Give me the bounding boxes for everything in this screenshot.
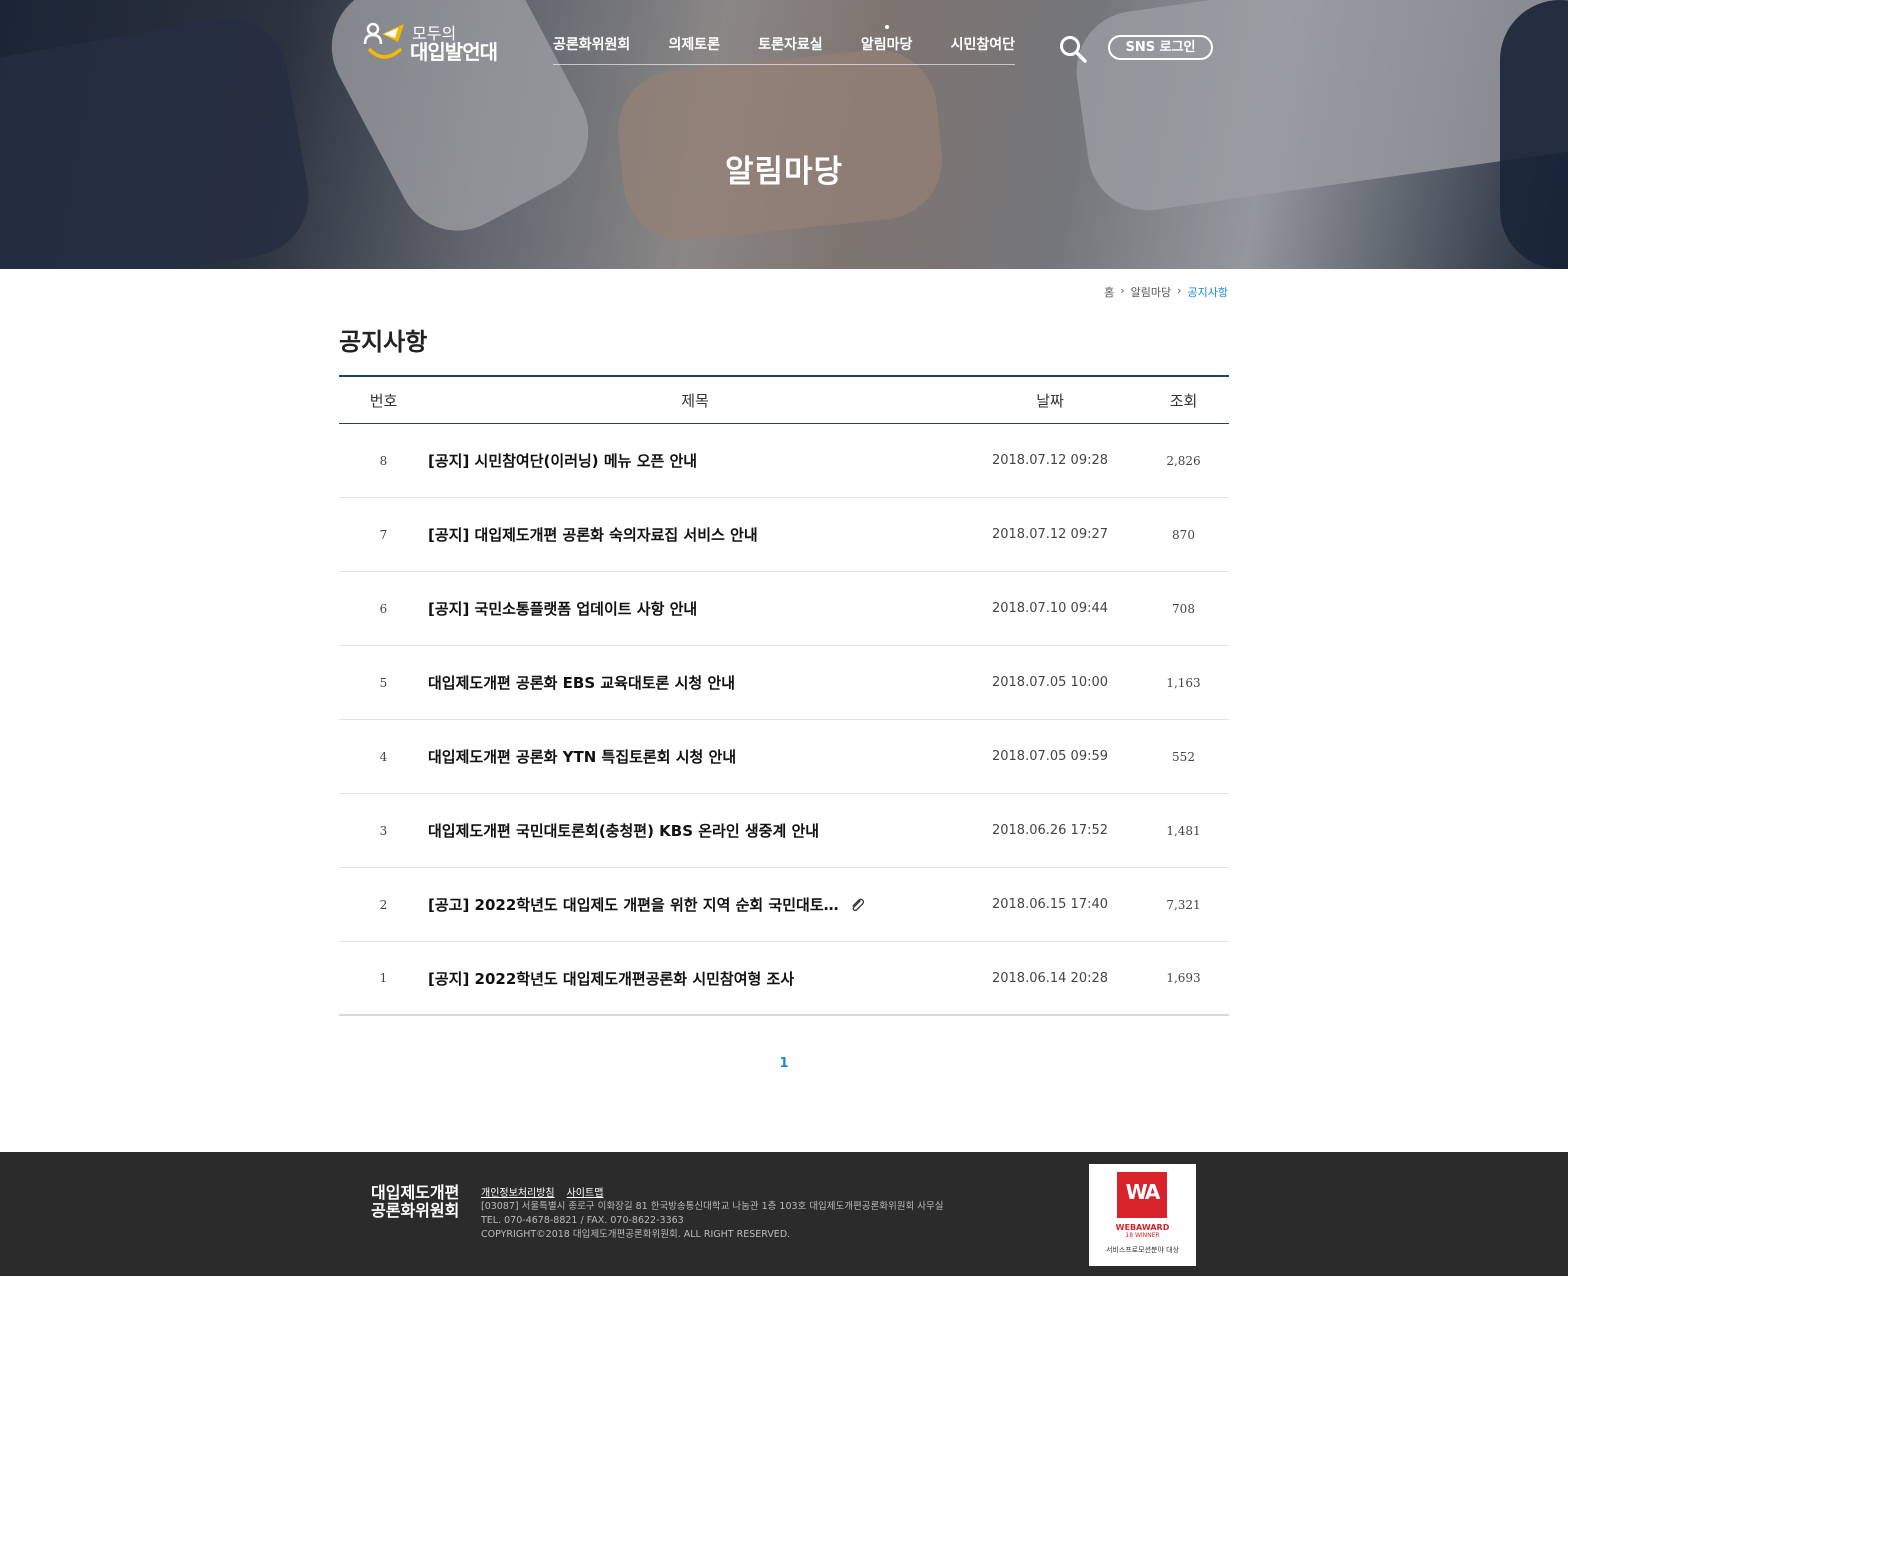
row-number: 8 [379, 453, 388, 468]
row-title-link[interactable]: [공지] 시민참여단(이러닝) 메뉴 오픈 안내 [428, 450, 697, 471]
table-row[interactable]: 8 [공지] 시민참여단(이러닝) 메뉴 오픈 안내 2018.07.12 09… [339, 424, 1229, 498]
table-row[interactable]: 2 [공고] 2022학년도 대입제도 개편을 위한 지역 순회 국민대토… 2… [339, 868, 1229, 942]
table-header: 번호 제목 날짜 조회 [339, 375, 1229, 424]
footer: 대입제도개편 공론화위원회 개인정보처리방침 사이트맵 [03087] 서울특별… [0, 1152, 1568, 1276]
award-category: 서비스프로모션분야 대상 [1105, 1246, 1180, 1254]
breadcrumb: 홈 › 알림마당 › 공지사항 [1104, 284, 1228, 300]
row-number: 3 [379, 823, 388, 838]
footer-logo-line1: 대입제도개편 [371, 1183, 460, 1202]
page-number-current[interactable]: 1 [779, 1056, 788, 1071]
row-title-link[interactable]: 대입제도개편 국민대토론회(충청편) KBS 온라인 생중계 안내 [428, 820, 819, 841]
nav-item-agenda-debate[interactable]: 의제토론 [668, 34, 720, 64]
main-nav: 공론화위원회 의제토론 토론자료실 알림마당 시민참여단 [553, 25, 1015, 65]
row-views: 1,481 [1166, 823, 1201, 838]
nav-item-citizen-panel[interactable]: 시민참여단 [951, 34, 1015, 64]
column-header-title: 제목 [681, 391, 709, 410]
row-number: 5 [379, 675, 388, 690]
row-views: 1,693 [1166, 971, 1201, 985]
search-icon[interactable] [1058, 34, 1088, 64]
row-number: 2 [379, 897, 388, 912]
table-row[interactable]: 4 대입제도개편 공론화 YTN 특집토론회 시청 안내 2018.07.05 … [339, 720, 1229, 794]
column-header-date: 날짜 [1036, 391, 1064, 410]
chevron-right-icon: › [1120, 284, 1125, 297]
row-date: 2018.07.10 09:44 [991, 601, 1109, 616]
attachment-icon [851, 898, 864, 911]
table-row[interactable]: 3 대입제도개편 국민대토론회(충청편) KBS 온라인 생중계 안내 2018… [339, 794, 1229, 868]
footer-copyright: COPYRIGHT©2018 대입제도개편공론화위원회. ALL RIGHT R… [481, 1229, 791, 1240]
hero-banner: 모두의 대입발언대 공론화위원회 의제토론 토론자료실 알림마당 시민참여단 S… [0, 0, 1568, 269]
breadcrumb-home[interactable]: 홈 [1104, 284, 1114, 300]
row-date: 2018.07.05 09:59 [991, 749, 1109, 764]
row-date: 2018.06.14 20:28 [991, 970, 1109, 986]
logo-title: 대입발언대 [410, 40, 498, 64]
row-date: 2018.07.05 10:00 [991, 675, 1109, 690]
table-row[interactable]: 7 [공지] 대입제도개편 공론화 숙의자료집 서비스 안내 2018.07.1… [339, 498, 1229, 572]
table-row[interactable]: 5 대입제도개편 공론화 EBS 교육대토론 시청 안내 2018.07.05 … [339, 646, 1229, 720]
page-title: 공지사항 [339, 328, 428, 356]
breadcrumb-section[interactable]: 알림마당 [1131, 284, 1171, 300]
footer-info: [03087] 서울특별시 종로구 이화장길 81 한국방송통신대학교 나눔관 … [481, 1200, 943, 1242]
award-title: WEBAWARD [1115, 1223, 1170, 1232]
footer-contact: TEL. 070-4678-8821 / FAX. 070-8622-3363 [481, 1215, 684, 1226]
nav-item-debate-archive[interactable]: 토론자료실 [758, 34, 822, 64]
megaphone-smile-icon [363, 22, 404, 59]
row-date: 2018.06.26 17:52 [991, 823, 1109, 838]
notice-table: 번호 제목 날짜 조회 8 [공지] 시민참여단(이러닝) 메뉴 오픈 안내 2… [339, 375, 1229, 1016]
row-title-link[interactable]: 대입제도개편 공론화 EBS 교육대토론 시청 안내 [428, 672, 735, 693]
row-views: 708 [1172, 601, 1195, 616]
row-views: 870 [1172, 527, 1195, 542]
chevron-right-icon: › [1177, 284, 1182, 297]
row-title-link[interactable]: [공지] 대입제도개편 공론화 숙의자료집 서비스 안내 [428, 524, 758, 545]
row-number: 7 [379, 527, 388, 542]
site-logo[interactable]: 모두의 대입발언대 [362, 20, 502, 64]
footer-logo: 대입제도개편 공론화위원회 [371, 1184, 459, 1220]
table-row[interactable]: 1 [공지] 2022학년도 대입제도개편공론화 시민참여형 조사 2018.0… [339, 942, 1229, 1016]
web-award-badge: WA WEBAWARD 18 WINNER 서비스프로모션분야 대상 [1089, 1164, 1196, 1266]
row-views: 1,163 [1166, 675, 1201, 690]
row-date: 2018.07.12 09:28 [991, 453, 1109, 468]
row-number: 4 [379, 749, 388, 764]
row-title-link[interactable]: [공고] 2022학년도 대입제도 개편을 위한 지역 순회 국민대토… [428, 894, 839, 915]
row-number: 6 [379, 601, 388, 616]
column-header-number: 번호 [369, 391, 398, 410]
footer-logo-line2: 공론화위원회 [371, 1201, 460, 1220]
award-mark-text: WA [1125, 1180, 1161, 1204]
footer-address: [03087] 서울특별시 종로구 이화장길 81 한국방송통신대학교 나눔관 … [481, 1201, 944, 1212]
row-number: 1 [379, 971, 388, 985]
row-title-link[interactable]: [공지] 국민소통플랫폼 업데이트 사항 안내 [428, 598, 697, 619]
award-winner: 18 WINNER [1125, 1232, 1160, 1239]
sns-login-button[interactable]: SNS 로그인 [1108, 35, 1213, 60]
row-date: 2018.06.15 17:40 [991, 897, 1109, 912]
sitemap-link[interactable]: 사이트맵 [567, 1184, 604, 1199]
row-views: 552 [1172, 749, 1195, 764]
nav-item-committee[interactable]: 공론화위원회 [553, 34, 630, 64]
privacy-policy-link[interactable]: 개인정보처리방침 [481, 1184, 555, 1199]
column-header-views: 조회 [1169, 391, 1198, 410]
nav-item-notice-board[interactable]: 알림마당 [861, 25, 912, 64]
table-row[interactable]: 6 [공지] 국민소통플랫폼 업데이트 사항 안내 2018.07.10 09:… [339, 572, 1229, 646]
breadcrumb-current: 공지사항 [1187, 286, 1228, 299]
hero-title: 알림마당 [724, 154, 844, 190]
footer-links: 개인정보처리방침 사이트맵 [481, 1184, 603, 1199]
row-date: 2018.07.12 09:27 [991, 527, 1109, 542]
row-title-link[interactable]: 대입제도개편 공론화 YTN 특집토론회 시청 안내 [428, 746, 736, 767]
row-title-link[interactable]: [공지] 2022학년도 대입제도개편공론화 시민참여형 조사 [428, 968, 794, 989]
row-views: 7,321 [1166, 897, 1201, 912]
pagination: 1 [0, 1052, 1568, 1071]
row-views: 2,826 [1166, 453, 1201, 468]
